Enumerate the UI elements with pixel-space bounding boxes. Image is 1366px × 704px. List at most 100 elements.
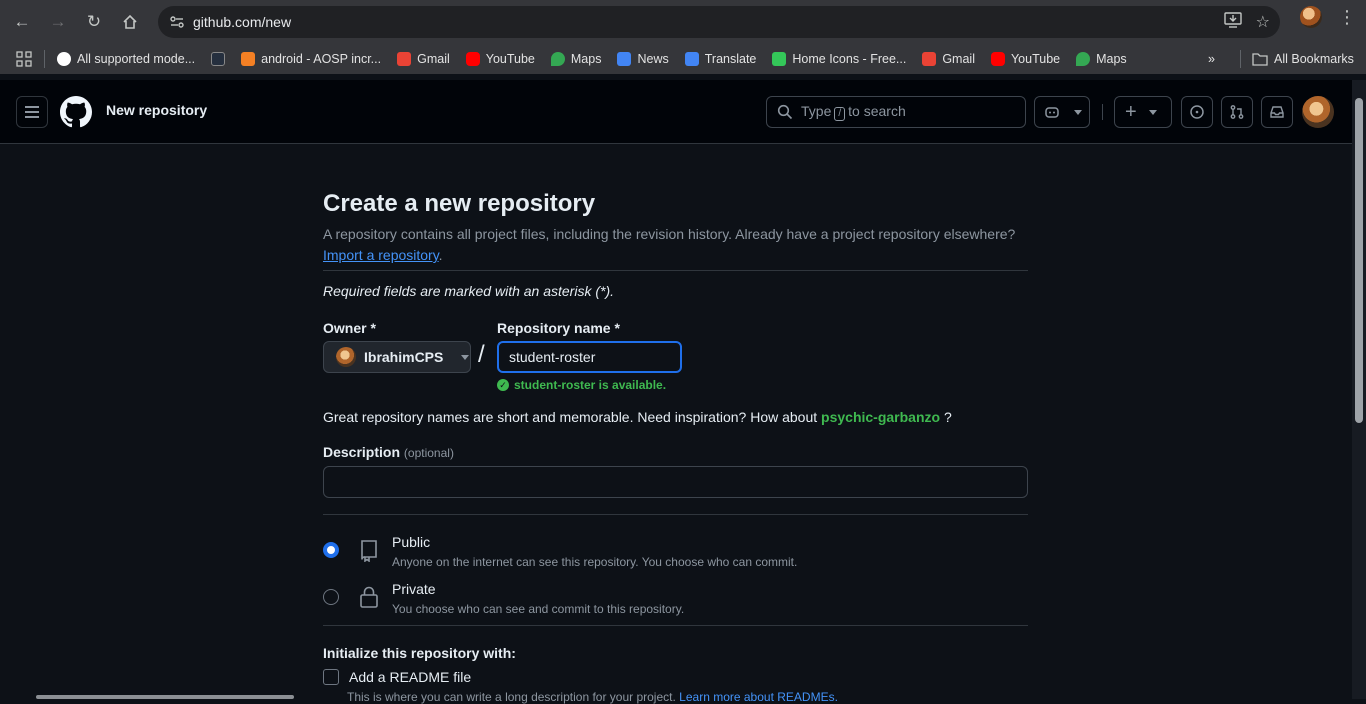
availability-message: ✓ student-roster is available. bbox=[497, 378, 666, 392]
search-input[interactable]: Type / to search bbox=[766, 96, 1026, 128]
search-placeholder-type: Type bbox=[801, 103, 832, 119]
required-note: Required fields are marked with an aster… bbox=[323, 283, 615, 299]
description-label-text: Description bbox=[323, 444, 401, 460]
scrollbar-thumb[interactable] bbox=[1355, 98, 1363, 423]
install-app-icon[interactable] bbox=[1223, 11, 1242, 33]
menu-icon[interactable] bbox=[16, 96, 48, 128]
bookmark-item[interactable]: Maps bbox=[1068, 45, 1135, 73]
issues-icon bbox=[1190, 105, 1204, 119]
initialize-label: Initialize this repository with: bbox=[323, 645, 516, 661]
repo-name-label: Repository name * bbox=[497, 320, 620, 336]
inbox-icon bbox=[1270, 106, 1284, 118]
readme-help-text: This is where you can write a long descr… bbox=[347, 690, 676, 704]
home-icon[interactable] bbox=[112, 4, 148, 40]
description-label: Description (optional) bbox=[323, 444, 454, 460]
inbox-button[interactable] bbox=[1261, 96, 1293, 128]
back-icon[interactable]: ← bbox=[4, 4, 40, 40]
issues-button[interactable] bbox=[1181, 96, 1213, 128]
reload-icon[interactable]: ↻ bbox=[76, 4, 112, 40]
public-description: Anyone on the internet can see this repo… bbox=[392, 555, 798, 569]
youtube-favicon bbox=[990, 52, 1005, 66]
owner-separator: / bbox=[478, 341, 485, 368]
bookmark-item[interactable] bbox=[203, 45, 233, 73]
bookmark-item[interactable]: YouTube bbox=[458, 45, 543, 73]
private-radio[interactable] bbox=[323, 589, 339, 605]
bookmark-item[interactable]: All supported mode... bbox=[49, 45, 203, 73]
url-text[interactable]: github.com/new bbox=[193, 14, 291, 30]
visibility-public-option[interactable]: Public Anyone on the internet can see th… bbox=[323, 534, 797, 569]
bookmark-item[interactable]: Maps bbox=[543, 45, 610, 73]
aws-favicon bbox=[211, 52, 226, 66]
suggested-name[interactable]: psychic-garbanzo bbox=[821, 409, 940, 425]
page-subtitle: A repository contains all project files,… bbox=[323, 224, 1028, 266]
copilot-icon bbox=[1045, 107, 1059, 118]
import-repo-link[interactable]: Import a repository bbox=[323, 247, 439, 263]
site-info-icon[interactable] bbox=[162, 15, 192, 29]
bookmark-item[interactable]: Translate bbox=[677, 45, 765, 73]
check-circle-icon: ✓ bbox=[497, 379, 509, 391]
readme-label: Add a README file bbox=[349, 669, 472, 685]
name-suggestion: Great repository names are short and mem… bbox=[323, 409, 952, 425]
address-bar[interactable]: github.com/new ☆ bbox=[158, 6, 1280, 38]
horizontal-scrollbar[interactable] bbox=[36, 695, 294, 699]
subtitle-text: A repository contains all project files,… bbox=[323, 226, 1016, 242]
description-input[interactable] bbox=[323, 466, 1028, 498]
more-bookmarks-icon[interactable]: » bbox=[1200, 45, 1223, 73]
all-bookmarks[interactable]: All Bookmarks bbox=[1244, 45, 1362, 73]
bookmarks-separator bbox=[44, 50, 45, 68]
owner-select[interactable]: IbrahimCPS bbox=[323, 341, 471, 373]
page-context-title: New repository bbox=[106, 102, 208, 118]
inspire-end: ? bbox=[943, 409, 952, 425]
browser-menu-icon[interactable]: ⋮ bbox=[1338, 7, 1356, 28]
create-new-button[interactable]: + bbox=[1114, 96, 1172, 128]
bookmark-item[interactable]: Gmail bbox=[389, 45, 458, 73]
private-title: Private bbox=[392, 581, 436, 597]
divider bbox=[323, 270, 1028, 271]
bookmark-item[interactable]: Gmail bbox=[914, 45, 983, 73]
private-description: You choose who can see and commit to thi… bbox=[392, 602, 685, 616]
news-favicon bbox=[617, 52, 632, 66]
gmail-favicon bbox=[397, 52, 412, 66]
bookmark-item[interactable]: YouTube bbox=[983, 45, 1068, 73]
divider bbox=[323, 625, 1028, 626]
readme-checkbox[interactable] bbox=[323, 669, 339, 685]
stackoverflow-favicon bbox=[241, 52, 256, 66]
availability-text: student-roster is available. bbox=[514, 378, 667, 392]
repo-name-input[interactable] bbox=[497, 341, 682, 373]
public-radio[interactable] bbox=[323, 542, 339, 558]
visibility-private-option[interactable]: Private You choose who can see and commi… bbox=[323, 581, 684, 616]
apps-grid-icon[interactable] bbox=[0, 45, 40, 73]
import-link-suffix: . bbox=[438, 247, 443, 263]
folder-icon bbox=[1252, 53, 1268, 66]
divider bbox=[323, 514, 1028, 515]
bookmark-item[interactable]: android - AOSP incr... bbox=[233, 45, 389, 73]
translate-favicon bbox=[684, 52, 699, 66]
browser-profile-avatar[interactable] bbox=[1300, 6, 1322, 28]
bookmark-star-icon[interactable]: ☆ bbox=[1256, 12, 1270, 32]
readme-option[interactable]: Add a README file bbox=[323, 669, 471, 685]
lock-icon bbox=[360, 586, 378, 608]
bookmark-item[interactable]: Home Icons - Free... bbox=[764, 45, 914, 73]
optional-hint: (optional) bbox=[403, 446, 454, 460]
youtube-favicon bbox=[465, 52, 480, 66]
bookmark-item[interactable]: News bbox=[609, 45, 676, 73]
public-title: Public bbox=[392, 534, 431, 550]
plus-icon: + bbox=[1125, 101, 1137, 123]
maps-favicon bbox=[1076, 52, 1091, 66]
chevron-down-icon bbox=[1148, 109, 1157, 115]
copilot-button[interactable] bbox=[1034, 96, 1090, 128]
forward-icon[interactable]: → bbox=[40, 4, 76, 40]
bookmarks-bar: All supported mode... android - AOSP inc… bbox=[0, 44, 1366, 74]
page-title: Create a new repository bbox=[323, 190, 596, 217]
repo-icon bbox=[361, 540, 377, 562]
readme-help: This is where you can write a long descr… bbox=[347, 690, 838, 704]
pull-requests-button[interactable] bbox=[1221, 96, 1253, 128]
github-logo-icon[interactable] bbox=[60, 96, 92, 128]
owner-value: IbrahimCPS bbox=[364, 349, 444, 365]
learn-readme-link[interactable]: Learn more about READMEs. bbox=[679, 690, 838, 704]
search-placeholder-suffix: to search bbox=[848, 103, 906, 119]
github-header: New repository Type / to search + bbox=[0, 80, 1352, 144]
maps-favicon bbox=[550, 52, 565, 66]
user-avatar[interactable] bbox=[1302, 96, 1334, 128]
header-divider bbox=[1102, 104, 1103, 120]
